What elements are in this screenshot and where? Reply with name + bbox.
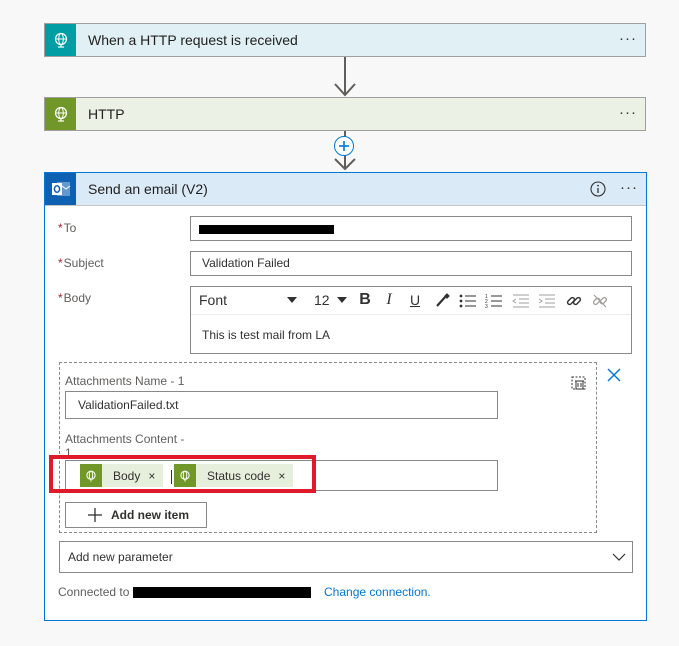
font-size-dropdown[interactable]: 12 bbox=[313, 291, 349, 311]
close-icon[interactable] bbox=[607, 368, 621, 382]
more-options-button[interactable]: ··· bbox=[620, 173, 638, 203]
connector-arrow-icon bbox=[334, 83, 356, 97]
more-options-button[interactable]: ··· bbox=[619, 98, 637, 128]
body-label: *Body bbox=[58, 291, 92, 305]
font-family-value: Font bbox=[199, 292, 228, 308]
body-editor[interactable]: Font 12 B I U 123 This is test mail from… bbox=[190, 286, 632, 354]
font-size-value: 12 bbox=[314, 292, 330, 308]
more-options-button[interactable]: ··· bbox=[619, 24, 637, 54]
add-new-parameter-dropdown[interactable]: Add new parameter bbox=[59, 541, 633, 573]
unlink-icon[interactable] bbox=[591, 292, 609, 310]
send-email-card: Send an email (V2) ··· *To *Subject Vali… bbox=[44, 172, 647, 621]
underline-button[interactable]: U bbox=[407, 290, 423, 310]
numbered-list-icon[interactable]: 123 bbox=[485, 293, 503, 309]
highlight-box bbox=[49, 455, 316, 493]
info-icon[interactable] bbox=[590, 181, 606, 197]
add-new-parameter-label: Add new parameter bbox=[68, 550, 173, 564]
delete-item-icon[interactable] bbox=[571, 375, 587, 391]
plus-icon bbox=[88, 508, 102, 522]
body-text: This is test mail from LA bbox=[202, 328, 331, 342]
bold-button[interactable]: B bbox=[356, 290, 374, 310]
font-color-icon[interactable] bbox=[434, 293, 450, 309]
outlook-icon bbox=[45, 173, 76, 205]
to-label: *To bbox=[58, 221, 77, 235]
increase-indent-icon[interactable] bbox=[538, 293, 556, 309]
italic-button[interactable]: I bbox=[381, 290, 397, 310]
redacted-connection bbox=[133, 587, 311, 598]
step-title: Send an email (V2) bbox=[88, 181, 208, 197]
font-family-dropdown[interactable]: Font bbox=[198, 291, 306, 311]
add-new-item-label: Add new item bbox=[111, 508, 190, 522]
trigger-step-card[interactable]: When a HTTP request is received ··· bbox=[44, 23, 646, 57]
svg-text:3: 3 bbox=[485, 304, 488, 309]
chevron-down-icon bbox=[612, 553, 626, 561]
step-title: HTTP bbox=[88, 106, 125, 122]
redacted-email bbox=[199, 225, 334, 234]
decrease-indent-icon[interactable] bbox=[512, 293, 530, 309]
subject-label: *Subject bbox=[58, 256, 104, 270]
chevron-down-icon bbox=[287, 297, 297, 303]
attachments-section: Attachments Name - 1 ValidationFailed.tx… bbox=[59, 362, 597, 533]
add-new-item-button[interactable]: Add new item bbox=[65, 502, 207, 528]
connected-to-label: Connected to bbox=[58, 585, 130, 599]
step-title: When a HTTP request is received bbox=[88, 32, 298, 48]
chevron-down-icon bbox=[337, 297, 347, 303]
globe-icon bbox=[45, 24, 76, 56]
to-field[interactable] bbox=[190, 216, 632, 241]
subject-field[interactable]: Validation Failed bbox=[190, 251, 632, 276]
link-icon[interactable] bbox=[565, 292, 583, 310]
attachments-name-label: Attachments Name - 1 bbox=[65, 374, 185, 388]
connector-arrow-icon bbox=[334, 158, 356, 171]
insert-step-button[interactable] bbox=[334, 136, 354, 156]
attachments-name-field[interactable]: ValidationFailed.txt bbox=[65, 391, 498, 419]
card-header[interactable]: Send an email (V2) ··· bbox=[45, 173, 646, 206]
plus-icon bbox=[339, 141, 349, 151]
http-step-card[interactable]: HTTP ··· bbox=[44, 97, 646, 131]
globe-icon bbox=[45, 98, 76, 130]
toolbar-divider bbox=[191, 314, 631, 315]
rich-text-toolbar: Font 12 B I U 123 bbox=[192, 288, 630, 314]
bulleted-list-icon[interactable] bbox=[459, 293, 477, 309]
change-connection-link[interactable]: Change connection. bbox=[324, 585, 431, 599]
